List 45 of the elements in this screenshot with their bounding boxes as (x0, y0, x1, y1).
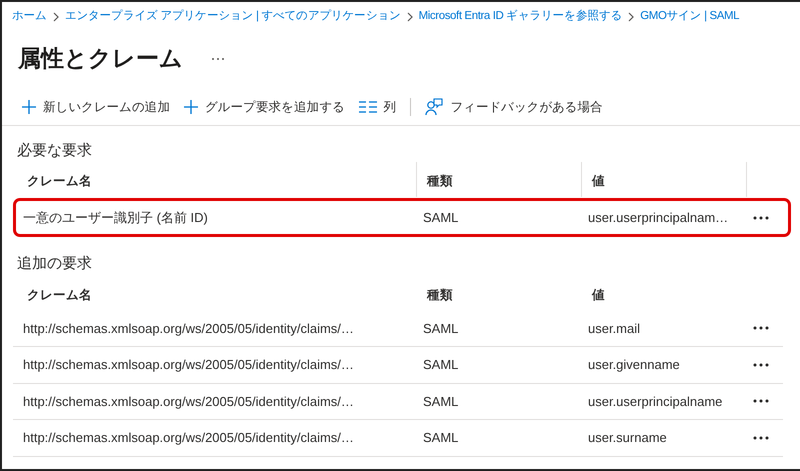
feedback-icon (425, 98, 444, 116)
column-header: 値 (582, 162, 747, 197)
claim-name: http://schemas.xmlsoap.org/ws/2005/05/identity/claims/… (23, 430, 354, 445)
section-heading: 追加の要求 (16, 254, 93, 274)
add-icon (22, 100, 36, 114)
toolbar-button[interactable]: 列 (358, 96, 396, 118)
claim-value: user.userprincipalnam… (588, 210, 728, 225)
chevron-icon (406, 12, 414, 22)
section-heading: 必要な要求 (16, 140, 93, 160)
page-title: 属性とクレーム (18, 44, 183, 74)
toolbar-button[interactable]: 新しいクレームの追加 (22, 96, 170, 118)
claim-value: user.surname (588, 430, 667, 445)
more-icon[interactable] (753, 216, 769, 220)
more-icon[interactable] (211, 56, 225, 60)
breadcrumb-link[interactable]: ホーム (12, 8, 47, 26)
claim-name: http://schemas.xmlsoap.org/ws/2005/05/identity/claims/… (23, 394, 354, 408)
column-header: クレーム名 (17, 162, 417, 197)
more-icon[interactable] (753, 326, 769, 330)
add-icon (184, 100, 198, 114)
more-icon[interactable] (753, 399, 769, 404)
column-header: 種類 (426, 286, 454, 304)
claim-name: 一意のユーザー識別子 (名前 ID) (23, 210, 208, 225)
claim-value: user.mail (588, 320, 640, 336)
claim-type: SAML (423, 210, 458, 225)
columns-icon (358, 101, 377, 114)
toolbar-button[interactable]: フィードバックがある場合 (425, 96, 603, 118)
claim-type: SAML (423, 320, 458, 336)
claim-type: SAML (423, 357, 458, 372)
breadcrumb-link[interactable]: Microsoft Entra ID ギャラリーを参照する (418, 8, 622, 26)
breadcrumb-link[interactable]: エンタープライズ アプリケーション | すべてのアプリケーション (64, 8, 401, 26)
claim-name: http://schemas.xmlsoap.org/ws/2005/05/identity/claims/… (23, 320, 354, 336)
toolbar-button[interactable]: グループ要求を追加する (184, 96, 345, 118)
more-icon[interactable] (753, 436, 769, 440)
claim-type: SAML (423, 430, 458, 445)
claim-type: SAML (423, 394, 458, 408)
chevron-icon (627, 12, 636, 22)
claim-value: user.userprincipalname (588, 394, 722, 408)
column-header: クレーム名 (26, 286, 93, 304)
claim-value: user.givenname (588, 357, 680, 372)
claim-name: http://schemas.xmlsoap.org/ws/2005/05/identity/claims/… (23, 357, 354, 372)
column-header: 値 (590, 286, 606, 304)
more-icon[interactable] (753, 362, 769, 367)
column-header: 種類 (417, 162, 582, 197)
chevron-icon (52, 12, 60, 22)
breadcrumb-link[interactable]: GMOサイン | SAML (640, 8, 740, 26)
